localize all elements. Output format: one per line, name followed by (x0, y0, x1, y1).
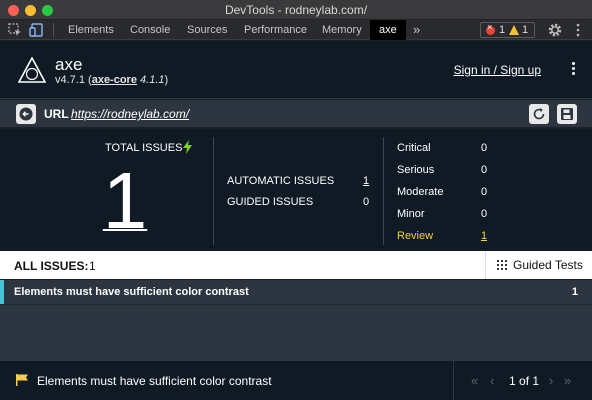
severity-review-count[interactable]: 1 (481, 230, 487, 242)
issues-counter-badge[interactable]: 1 1 (480, 22, 535, 38)
sign-in-link[interactable]: Sign in / Sign up (454, 63, 541, 77)
guided-tests-button[interactable]: Guided Tests (485, 251, 583, 279)
device-toolbar-icon[interactable] (29, 22, 45, 38)
axe-header: axe v4.7.1 (axe-core 4.1.1) Sign in / Si… (0, 41, 592, 99)
severity-serious-count: 0 (481, 164, 488, 176)
back-button[interactable] (16, 104, 36, 124)
more-options-icon[interactable] (572, 62, 576, 77)
all-issues-count: 1 (89, 259, 96, 273)
refresh-icon (533, 108, 545, 120)
rescan-button[interactable] (529, 104, 549, 124)
app-name: axe (55, 55, 83, 74)
tab-axe[interactable]: axe (370, 20, 406, 40)
tab-memory[interactable]: Memory (322, 20, 362, 40)
error-count: 1 (499, 24, 506, 36)
issue-list-empty-area (0, 304, 592, 360)
customize-menu-icon[interactable] (570, 22, 586, 38)
last-page-icon[interactable]: » (564, 373, 571, 388)
guided-issues-label: GUIDED ISSUES (227, 196, 314, 208)
previous-page-icon[interactable]: ‹ (490, 373, 494, 388)
severity-moderate-count: 0 (481, 186, 488, 198)
save-icon (561, 108, 573, 120)
guided-tests-label: Guided Tests (513, 258, 583, 272)
grid-icon (497, 260, 507, 270)
url-link[interactable]: https://rodneylab.com/ (71, 107, 189, 121)
flag-icon (16, 374, 28, 386)
axe-core-link[interactable]: axe-core (92, 74, 137, 86)
tab-sources[interactable]: Sources (187, 20, 227, 40)
error-icon (486, 22, 495, 35)
all-issues-label: ALL ISSUES: (14, 259, 89, 273)
page-indicator: 1 of 1 (509, 374, 540, 388)
inspect-element-icon[interactable] (7, 22, 23, 38)
first-page-icon[interactable]: « (471, 373, 478, 388)
selected-issue-title: Elements must have sufficient color cont… (37, 374, 272, 388)
severity-minor-label: Minor (397, 208, 425, 220)
issues-summary: TOTAL ISSUES 1 AUTOMATIC ISSUES 1 GUIDED… (0, 129, 592, 251)
severity-moderate-label: Moderate (397, 186, 444, 198)
tab-performance[interactable]: Performance (244, 20, 307, 40)
severity-minor-count: 0 (481, 208, 488, 220)
automatic-issues-label: AUTOMATIC ISSUES (227, 175, 335, 187)
tab-elements[interactable]: Elements (68, 20, 114, 40)
severity-critical-label: Critical (397, 142, 431, 154)
issue-title: Elements must have sufficient color cont… (14, 286, 249, 298)
lightning-bolt-icon (183, 140, 192, 154)
settings-gear-icon[interactable] (547, 22, 563, 38)
warning-icon (509, 25, 519, 35)
tab-console[interactable]: Console (130, 20, 170, 40)
save-button[interactable] (557, 104, 577, 124)
window-title-bar: DevTools - rodneylab.com/ (0, 0, 592, 20)
url-row: URL https://rodneylab.com/ (0, 100, 592, 128)
severity-review-label: Review (397, 230, 434, 242)
url-label: URL (44, 107, 69, 121)
guided-issues-count: 0 (363, 196, 370, 208)
issue-count: 1 (571, 286, 578, 298)
warning-count: 1 (522, 24, 529, 36)
devtools-tab-bar: Elements Console Sources Performance Mem… (0, 20, 592, 40)
automatic-issues-count[interactable]: 1 (363, 175, 369, 187)
issue-pager: « ‹ 1 of 1 › » (453, 361, 592, 400)
issue-list-item[interactable]: Elements must have sufficient color cont… (0, 280, 592, 304)
issue-detail-footer: Elements must have sufficient color cont… (0, 360, 592, 400)
severity-critical-count: 0 (481, 142, 488, 154)
more-tabs-button[interactable]: » (413, 20, 420, 40)
axe-logo-icon (18, 57, 46, 83)
summary-divider (383, 137, 384, 245)
next-page-icon[interactable]: › (549, 373, 553, 388)
total-issues-count[interactable]: 1 (95, 161, 155, 241)
summary-divider (213, 137, 214, 245)
arrow-left-icon (19, 107, 33, 121)
severity-serious-label: Serious (397, 164, 435, 176)
window-title: DevTools - rodneylab.com/ (224, 3, 368, 17)
all-issues-bar: ALL ISSUES: 1 Guided Tests (0, 251, 592, 279)
total-issues-label: TOTAL ISSUES (105, 142, 183, 154)
version-info: v4.7.1 (axe-core 4.1.1) (55, 74, 169, 86)
